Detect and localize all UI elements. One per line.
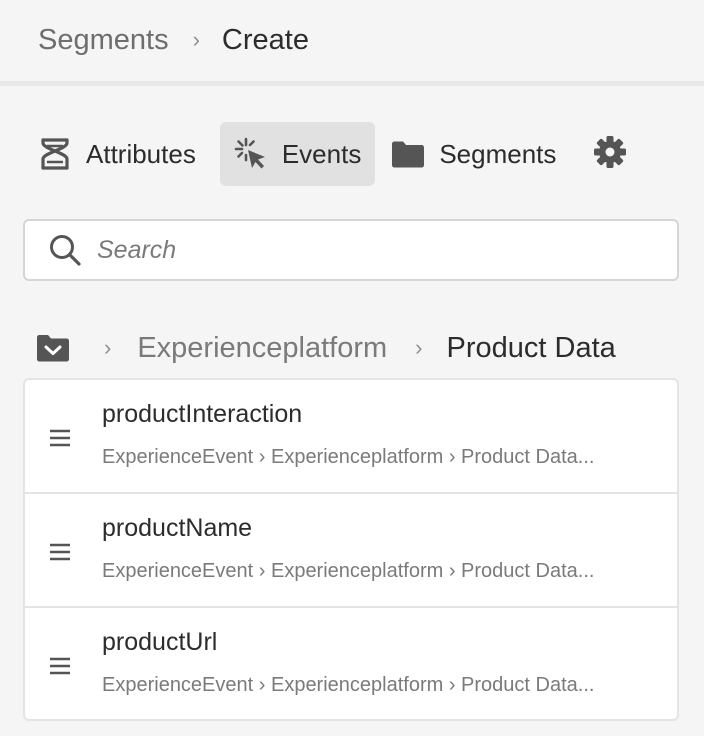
cursor-click-icon xyxy=(234,137,268,171)
breadcrumb-segments[interactable]: Segments xyxy=(38,22,169,58)
list-item-path: ExperienceEvent › Experienceplatform › P… xyxy=(102,446,595,468)
top-bar: Segments › Create xyxy=(0,0,704,86)
tab-bar: Attributes Events Segments xyxy=(24,122,630,186)
list-item-path: ExperienceEvent › Experienceplatform › P… xyxy=(102,674,595,696)
tab-events[interactable]: Events xyxy=(219,122,376,186)
tab-segments[interactable]: Segments xyxy=(377,122,570,186)
tab-events-label: Events xyxy=(281,138,362,169)
tab-attributes-label: Attributes xyxy=(86,138,196,169)
drag-handle-icon[interactable] xyxy=(49,428,71,448)
settings-button[interactable] xyxy=(590,134,630,174)
path-item-product-data: Product Data xyxy=(446,331,616,364)
gear-icon xyxy=(593,135,627,174)
folder-icon xyxy=(391,137,425,171)
list-item[interactable]: productUrl ExperienceEvent › Experiencep… xyxy=(25,608,677,719)
breadcrumb: Segments › Create xyxy=(38,22,309,58)
chevron-right-icon: › xyxy=(104,335,112,360)
list-item-path: ExperienceEvent › Experienceplatform › P… xyxy=(102,560,595,582)
search-input[interactable] xyxy=(97,235,637,265)
event-field-list: productInteraction ExperienceEvent › Exp… xyxy=(23,378,679,721)
folder-down-icon[interactable] xyxy=(36,332,72,364)
folder-breadcrumb: › Experienceplatform › Product Data xyxy=(36,328,616,368)
list-item-title: productUrl xyxy=(102,628,218,656)
chevron-right-icon: › xyxy=(192,27,200,52)
chevron-right-icon: › xyxy=(415,335,423,360)
tab-segments-label: Segments xyxy=(439,138,557,169)
path-item-experienceplatform[interactable]: Experienceplatform xyxy=(137,332,387,365)
breadcrumb-create: Create xyxy=(221,24,309,56)
drag-handle-icon[interactable] xyxy=(49,656,71,676)
list-item-title: productName xyxy=(102,514,253,542)
list-item[interactable]: productName ExperienceEvent › Experience… xyxy=(25,494,677,608)
drag-handle-icon[interactable] xyxy=(49,542,71,562)
search-field[interactable] xyxy=(23,219,679,281)
dna-icon xyxy=(38,137,72,171)
list-item[interactable]: productInteraction ExperienceEvent › Exp… xyxy=(25,380,677,494)
list-item-title: productInteraction xyxy=(102,400,303,428)
search-icon xyxy=(45,230,85,270)
tab-attributes[interactable]: Attributes xyxy=(24,122,210,186)
